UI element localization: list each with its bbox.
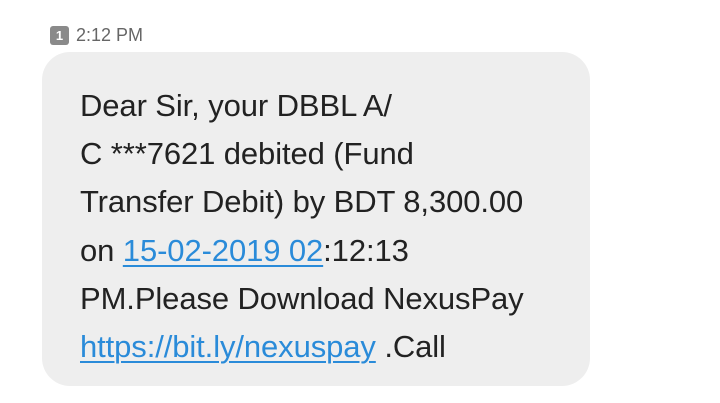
sim-1-badge: 1 (50, 25, 69, 45)
message-line-4-suffix: :12:13 (323, 232, 409, 268)
message-line-5: PM.Please Download NexusPay (80, 280, 524, 316)
message-meta-row: 1 2:12 PM (50, 24, 143, 46)
message-line-3: Transfer Debit) by BDT 8,300.00 (80, 184, 524, 220)
message-timestamp: 2:12 PM (76, 24, 144, 45)
date-time-link[interactable]: 15-02-2019 02 (123, 233, 323, 268)
message-body: Dear Sir, your DBBL A/ C ***7621 debited… (80, 82, 590, 371)
message-line-6: https://bit.ly/nexuspay .Call (80, 323, 590, 371)
message-line-4: on 15-02-2019 02:12:13 (80, 227, 590, 275)
message-line-1: Dear Sir, your DBBL A/ (80, 88, 392, 123)
message-line-6-suffix: .Call (375, 329, 446, 365)
nexuspay-url-link[interactable]: https://bit.ly/nexuspay (80, 329, 376, 364)
message-line-2: C ***7621 debited (Fund (80, 136, 414, 172)
message-line-4-prefix: on (80, 232, 123, 268)
message-bubble[interactable]: Dear Sir, your DBBL A/ C ***7621 debited… (42, 52, 590, 386)
